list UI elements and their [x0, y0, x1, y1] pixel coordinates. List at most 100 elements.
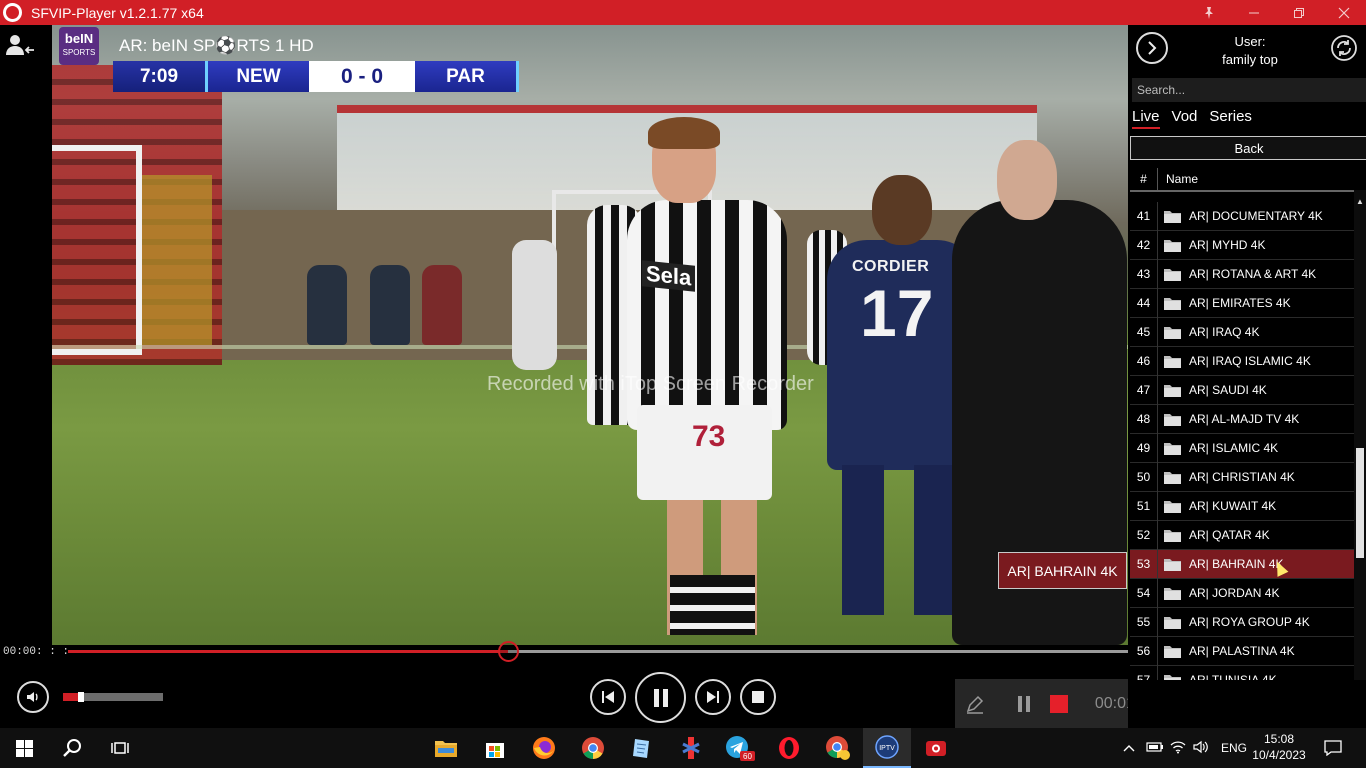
channel-number: 49 [1130, 433, 1158, 463]
channel-row[interactable]: 49 AR| ISLAMIC 4K [1130, 433, 1354, 463]
seek-bar[interactable] [68, 641, 1128, 662]
channel-title: AR: beIN SP⚽RTS 1 HD [119, 36, 314, 55]
windows-start-icon[interactable] [0, 728, 48, 768]
volume-icon[interactable] [17, 681, 49, 713]
tab-live[interactable]: Live [1132, 108, 1160, 129]
refresh-icon[interactable] [1329, 33, 1359, 63]
channel-name: AR| BAHRAIN 4K [1189, 557, 1284, 571]
channel-row[interactable]: 47 AR| SAUDI 4K [1130, 375, 1354, 405]
wifi-icon[interactable] [1167, 740, 1189, 757]
search-input[interactable] [1132, 78, 1366, 102]
pin-icon[interactable] [1186, 0, 1231, 25]
channel-row[interactable]: 57 AR| TUNISIA 4K [1130, 665, 1354, 680]
recorder-watermark: Recorded with iTop Screen Recorder [487, 373, 814, 395]
folder-icon [1163, 267, 1182, 282]
channel-logo: beIN SPORTS [59, 27, 99, 65]
recorder-stop-icon[interactable] [1039, 679, 1079, 728]
column-header-name[interactable]: Name [1158, 168, 1198, 190]
channel-number: 54 [1130, 578, 1158, 608]
chrome-icon[interactable] [569, 728, 617, 768]
notifications-icon[interactable] [1310, 728, 1355, 768]
channel-row[interactable]: 41 AR| DOCUMENTARY 4K [1130, 202, 1354, 231]
folder-icon [1163, 528, 1182, 543]
list-scrollbar[interactable] [1354, 190, 1366, 680]
video-player-main-hair [648, 117, 720, 149]
channel-row[interactable]: 51 AR| KUWAIT 4K [1130, 491, 1354, 521]
language-indicator[interactable]: ENG [1221, 741, 1247, 755]
tab-series[interactable]: Series [1209, 108, 1252, 129]
pen-icon[interactable] [955, 679, 995, 728]
maximize-button[interactable] [1276, 0, 1321, 25]
video-player-blue-legs [842, 465, 962, 615]
scrollbar-thumb[interactable] [1356, 448, 1364, 558]
sfvip-player-icon[interactable]: IPTV [863, 728, 911, 768]
stop-icon [752, 691, 764, 703]
channel-row[interactable]: 54 AR| JORDAN 4K [1130, 578, 1354, 608]
notepad-icon[interactable] [618, 728, 666, 768]
folder-icon [1163, 673, 1182, 680]
close-button[interactable] [1321, 0, 1366, 25]
app-logo-icon [3, 3, 22, 22]
video-stand-seats [142, 175, 212, 345]
recorder-pause-icon[interactable] [1009, 679, 1039, 728]
file-explorer-icon[interactable] [422, 728, 470, 768]
taskbar-clock[interactable]: 15:08 10/4/2023 [1249, 731, 1309, 763]
channel-number: 50 [1130, 462, 1158, 492]
battery-icon[interactable] [1143, 741, 1167, 756]
app-icon[interactable] [667, 728, 715, 768]
speaker-icon[interactable] [1189, 740, 1213, 757]
minimize-button[interactable] [1231, 0, 1276, 25]
seek-progress [68, 650, 508, 653]
channel-row[interactable]: 45 AR| IRAQ 4K [1130, 317, 1354, 347]
forward-arrow-icon[interactable] [1136, 32, 1168, 64]
channel-row[interactable]: 53 AR| BAHRAIN 4K [1130, 549, 1354, 579]
clock-date: 10/4/2023 [1252, 748, 1306, 762]
folder-icon [1163, 296, 1182, 311]
channel-row[interactable]: 43 AR| ROTANA & ART 4K [1130, 259, 1354, 289]
channel-row[interactable]: 42 AR| MYHD 4K [1130, 230, 1354, 260]
video-player-main-socks [670, 575, 755, 635]
stop-button[interactable] [740, 679, 776, 715]
channel-row[interactable]: 52 AR| QATAR 4K [1130, 520, 1354, 550]
channel-number: 52 [1130, 520, 1158, 550]
channel-name: AR| IRAQ 4K [1189, 325, 1260, 339]
channel-name: AR| KUWAIT 4K [1189, 499, 1277, 513]
seek-handle[interactable] [497, 641, 519, 662]
scorebug-time: 7:09 [113, 61, 205, 92]
channel-row[interactable]: 55 AR| ROYA GROUP 4K [1130, 607, 1354, 637]
video-player-blue-head [872, 175, 932, 245]
video-frame[interactable]: CORDIER 17 Sela 73 Recorded with iTop Sc… [52, 25, 1128, 645]
channel-name: AR| ISLAMIC 4K [1189, 441, 1279, 455]
microsoft-store-icon[interactable] [471, 728, 519, 768]
channel-name: AR| ROTANA & ART 4K [1189, 267, 1317, 281]
show-hidden-icons-icon[interactable] [1121, 741, 1137, 755]
firefox-icon[interactable] [520, 728, 568, 768]
screen-recorder-icon[interactable] [912, 728, 960, 768]
volume-slider[interactable] [63, 692, 163, 702]
back-button[interactable]: Back [1130, 136, 1366, 160]
channel-row[interactable]: 46 AR| IRAQ ISLAMIC 4K [1130, 346, 1354, 376]
scroll-up-icon[interactable]: ▲ [1354, 197, 1366, 206]
column-header-number[interactable]: # [1130, 168, 1158, 190]
telegram-icon[interactable]: 60 [716, 728, 764, 768]
switch-user-icon[interactable] [4, 33, 36, 64]
previous-button[interactable] [590, 679, 626, 715]
tab-vod[interactable]: Vod [1172, 108, 1198, 129]
chrome-canary-icon[interactable] [814, 728, 862, 768]
shirt-number-main: 73 [692, 420, 726, 453]
search-icon[interactable] [48, 728, 96, 768]
channel-name: AR| IRAQ ISLAMIC 4K [1189, 354, 1311, 368]
user-info: User: family top [1188, 33, 1312, 69]
folder-icon [1163, 470, 1182, 485]
scorebug-home: NEW [205, 61, 309, 92]
opera-icon[interactable] [765, 728, 813, 768]
channel-row[interactable]: 44 AR| EMIRATES 4K [1130, 288, 1354, 318]
channel-row[interactable]: 48 AR| AL-MAJD TV 4K [1130, 404, 1354, 434]
volume-handle[interactable] [78, 692, 84, 702]
channel-row[interactable]: 50 AR| CHRISTIAN 4K [1130, 462, 1354, 492]
video-player-far [512, 240, 557, 370]
pause-button[interactable] [635, 672, 686, 723]
task-view-icon[interactable] [96, 728, 144, 768]
next-button[interactable] [695, 679, 731, 715]
channel-row[interactable]: 56 AR| PALASTINA 4K [1130, 636, 1354, 666]
